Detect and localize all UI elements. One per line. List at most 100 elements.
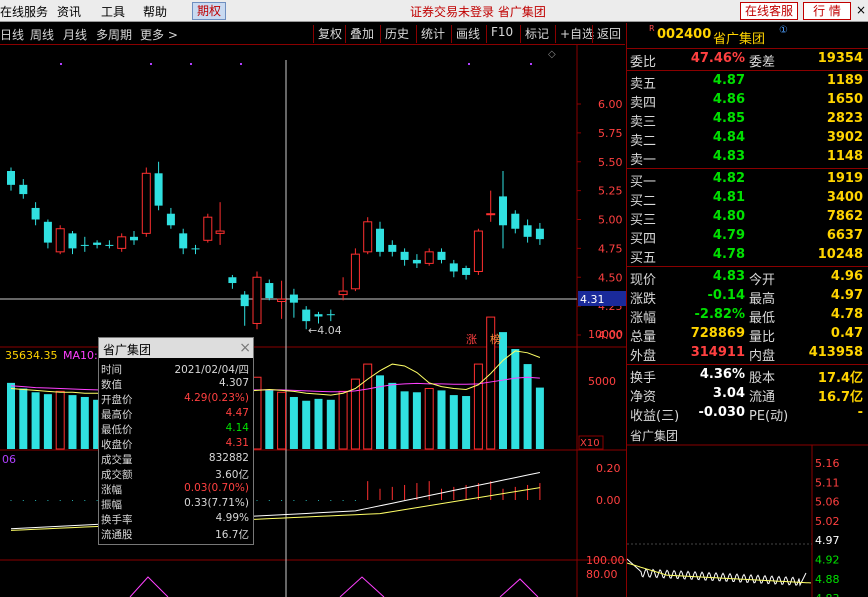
popup-row-label: 成交量 (101, 454, 133, 466)
top-mark (60, 63, 62, 65)
top-mark (468, 63, 470, 65)
options-button[interactable]: 期权 (192, 2, 226, 20)
stat-value: 413958 (808, 345, 863, 360)
tab-daily[interactable]: 日线 (0, 26, 24, 43)
volume-bar (68, 395, 77, 449)
buy-level-price: 4.81 (712, 190, 745, 205)
buy-level-label: 买五 (630, 251, 657, 266)
tab-monthly[interactable]: 月线 (63, 26, 87, 43)
popup-close-icon[interactable]: × (239, 340, 251, 356)
sell-level-volume: 1650 (826, 92, 863, 107)
sell-level-price: 4.84 (712, 130, 745, 145)
buy-level-label: 买二 (630, 194, 657, 209)
macd-tick-label: 0.00 (596, 494, 621, 507)
fuquan-button[interactable]: 复权 (313, 25, 342, 43)
popup-row-label: 成交额 (101, 469, 133, 481)
axis-labels: 6.005.755.505.255.004.754.504.254.004.31… (2, 98, 626, 581)
fund-value: 4.36% (699, 367, 745, 382)
buy-level-price: 4.78 (712, 247, 745, 262)
mini-price-label: 5.11 (815, 476, 840, 489)
volume-bar (511, 349, 520, 449)
fund-label: PE(动) (749, 409, 789, 424)
mini-price-label: 5.02 (815, 515, 840, 528)
back-button[interactable]: 返回 (592, 25, 621, 43)
online-service-button[interactable]: 在线客服 (740, 2, 798, 20)
info-icon[interactable]: ① (779, 25, 788, 36)
volume-bar (43, 394, 52, 449)
volume-bar (265, 389, 274, 449)
buy-level-row: 买二 4.81 3400 (627, 189, 868, 209)
stock-code: 002400 (657, 27, 712, 42)
volume-bar (31, 392, 40, 449)
candle-info-popup[interactable]: 省广集团 × 时间 2021/02/04/四 数值 4.307 开盘价 4.29(0.23… (98, 337, 254, 545)
candle-body (437, 251, 446, 260)
fund-label: 净资 (630, 390, 657, 405)
volume-bar (314, 398, 323, 449)
candle-body (326, 314, 335, 316)
stock-name: 省广集团 (713, 32, 766, 47)
weicha-label: 委差 (749, 55, 776, 70)
overlay-button[interactable]: 叠加 (345, 25, 374, 43)
popup-row-label: 最高价 (101, 409, 133, 421)
badge-up: 涨 (466, 333, 477, 346)
candle-body (19, 184, 28, 195)
volume-tick-label: 10000 (588, 328, 623, 341)
popup-row: 换手率 4.99% (101, 512, 251, 526)
candle-body (449, 263, 458, 272)
price-tick-label: 6.00 (598, 98, 623, 111)
candle-body (424, 251, 434, 264)
sell-level-volume: 1189 (826, 73, 863, 88)
candle-body (376, 228, 384, 252)
top-mark (190, 63, 192, 65)
close-icon[interactable]: × (856, 3, 866, 17)
top-mark (240, 63, 242, 65)
separator (627, 364, 868, 365)
candle-body (511, 213, 520, 229)
kdj-line (339, 576, 385, 597)
menu-bar: 在线服务 资讯 工具 帮助 期权 证券交易未登录 省广集团 在线客服 行 情 × (0, 0, 868, 22)
tab-multi-period[interactable]: 多周期 (96, 26, 132, 43)
tab-weekly[interactable]: 周线 (30, 26, 54, 43)
stats-button[interactable]: 统计 (416, 25, 445, 43)
menu-help[interactable]: 帮助 (143, 3, 167, 20)
add-watchlist-button[interactable]: +自选 (555, 25, 594, 43)
candle-body (228, 277, 237, 284)
fund-label: 换手 (630, 371, 657, 386)
volume-bar (400, 391, 409, 449)
popup-row: 收盘价 4.31 (101, 437, 251, 451)
history-button[interactable]: 历史 (380, 25, 409, 43)
quote-button[interactable]: 行 情 (803, 2, 851, 20)
sell-level-row: 卖二 4.84 3902 (627, 129, 868, 149)
kline-chart[interactable]: ◇ 6.005.755.505.255.004.754.504.254.004.… (0, 45, 626, 597)
popup-row-label: 流通股 (101, 529, 133, 541)
intraday-chart[interactable]: 5.16 5.11 5.06 5.02 4.97 4.92 4.88 4.83 (627, 427, 868, 597)
menu-online-service[interactable]: 在线服务 (0, 3, 48, 20)
menu-news[interactable]: 资讯 (57, 3, 81, 20)
sell-level-row: 卖一 4.83 1148 (627, 148, 868, 168)
popup-row-label: 时间 (101, 364, 122, 376)
price-tick-label: 5.75 (598, 127, 623, 140)
buy-level-row: 买四 4.79 6637 (627, 227, 868, 247)
sell-level-row: 卖四 4.86 1650 (627, 91, 868, 111)
candle-body (473, 230, 483, 272)
menu-tools[interactable]: 工具 (101, 3, 125, 20)
candle-body (93, 242, 102, 245)
price-tick-label: 5.50 (598, 156, 623, 169)
stat-value: 314911 (690, 345, 745, 360)
volume-bar (462, 396, 471, 449)
top-mark (530, 63, 532, 65)
draw-line-button[interactable]: 画线 (451, 25, 480, 43)
mini-price-label: 4.97 (815, 534, 840, 547)
price-tick-label: 5.25 (598, 185, 623, 198)
buy-level-label: 买三 (630, 213, 657, 228)
popup-title: 省广集团 (99, 338, 253, 358)
stat-value: -0.14 (707, 288, 745, 303)
candle-body (363, 221, 373, 253)
candle-body (400, 251, 409, 260)
sell-level-volume: 1148 (826, 149, 863, 164)
tab-more[interactable]: 更多 > (140, 26, 178, 43)
buy-level-row: 买五 4.78 10248 (627, 246, 868, 266)
mark-button[interactable]: 标记 (520, 25, 549, 43)
f10-button[interactable]: F10 (486, 25, 513, 43)
stat-label: 内盘 (749, 349, 776, 364)
